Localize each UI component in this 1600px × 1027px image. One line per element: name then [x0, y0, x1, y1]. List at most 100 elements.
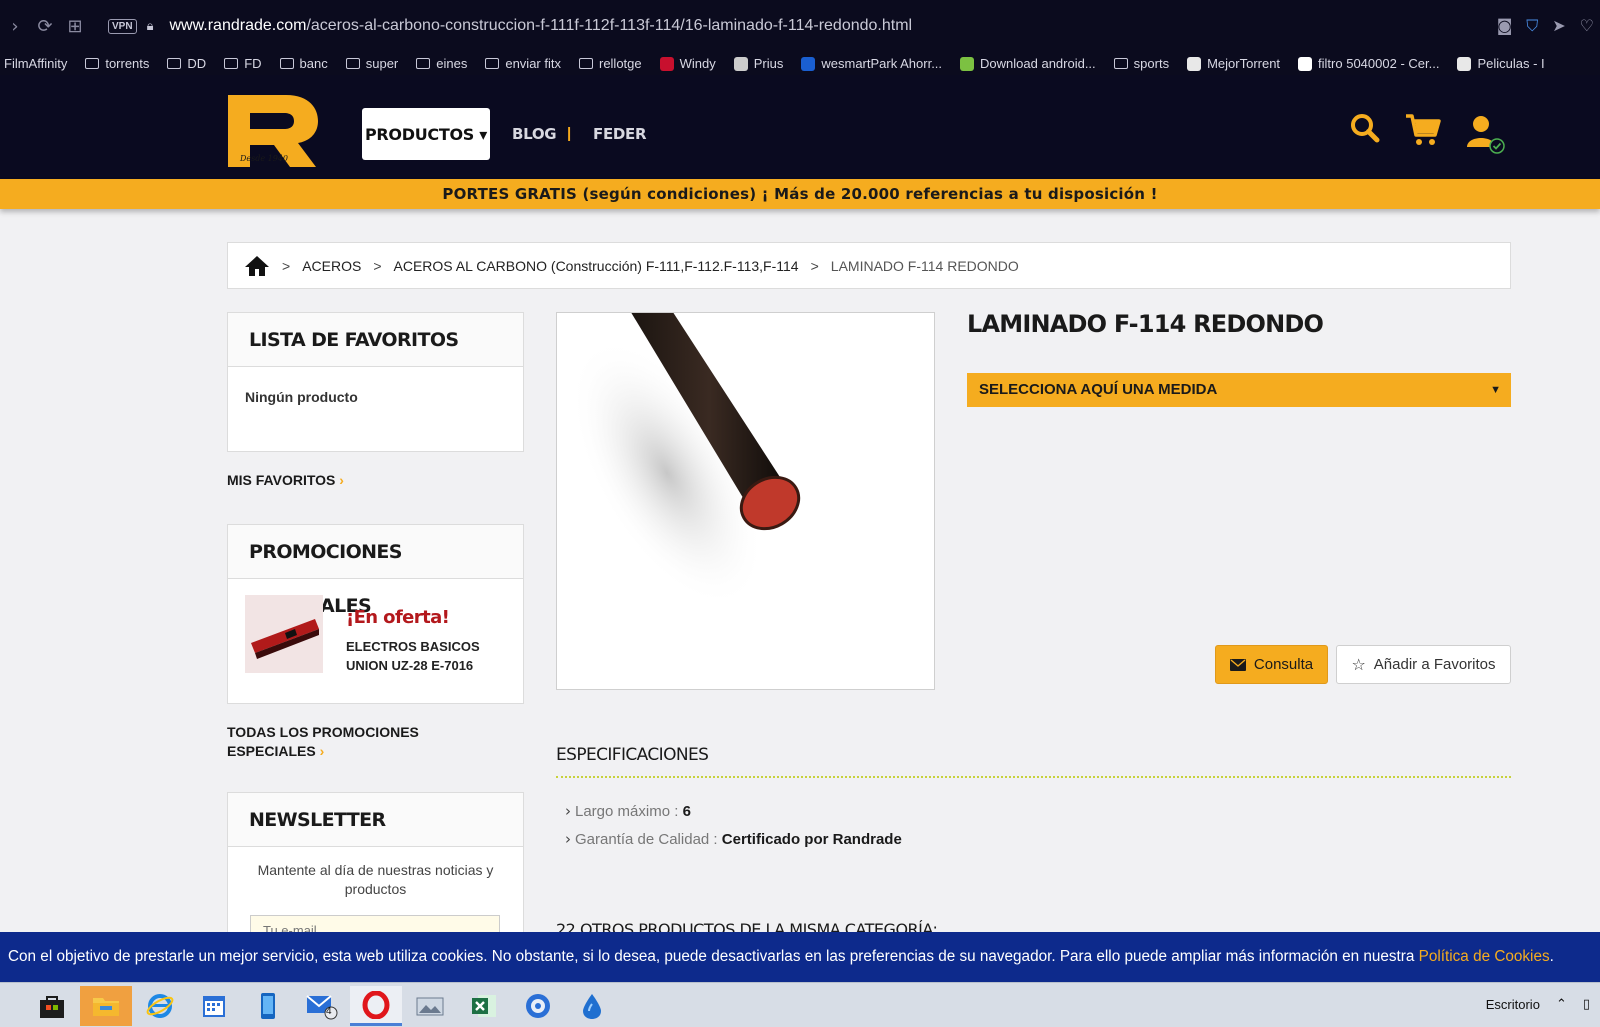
favicon-icon	[1298, 56, 1313, 71]
bookmark-label: enviar fitx	[505, 56, 561, 71]
bookmark-label: sports	[1133, 56, 1170, 71]
breadcrumb-aceros-carbono[interactable]: ACEROS AL CARBONO (Construcción) F-111,F…	[394, 258, 799, 274]
favicon-icon	[1457, 56, 1472, 71]
bookmarks-bar: FilmAffinity torrents DD FD banc super eines en…	[0, 52, 1600, 75]
user-account-icon[interactable]	[1467, 115, 1507, 155]
bookmark-item[interactable]: wesmartPark Ahorr...	[801, 56, 942, 71]
folder-icon	[1113, 58, 1128, 69]
windows-taskbar: 4 Escritorio ⌃ ▯	[0, 982, 1600, 1027]
water-drop-app-icon[interactable]	[566, 986, 618, 1026]
randrade-logo[interactable]: Desde 1940	[228, 95, 318, 167]
cookie-end: .	[1549, 948, 1554, 965]
folder-icon	[85, 58, 100, 69]
product-image[interactable]	[556, 312, 935, 690]
send-icon[interactable]: ➤	[1552, 16, 1565, 36]
cart-icon[interactable]	[1405, 113, 1441, 147]
favicon-icon	[801, 56, 816, 71]
heart-icon[interactable]: ♡	[1580, 16, 1594, 36]
bookmark-item[interactable]: FilmAffinity	[4, 56, 67, 71]
add-to-favorites-button[interactable]: ☆ Añadir a Favoritos	[1336, 645, 1511, 684]
spec-row: › Largo máximo : 6	[565, 802, 691, 820]
internet-explorer-icon[interactable]	[134, 986, 186, 1026]
bookmark-item[interactable]: banc	[279, 56, 328, 71]
breadcrumb-separator: >	[810, 257, 819, 274]
chat-app-icon[interactable]	[512, 986, 564, 1026]
bookmark-item[interactable]: eines	[416, 56, 467, 71]
vpn-badge[interactable]: VPN	[108, 18, 137, 34]
bookmark-label: FilmAffinity	[4, 56, 68, 71]
bookmark-item[interactable]: filtro 5040002 - Cer...	[1298, 56, 1439, 71]
product-title: LAMINADO F-114 REDONDO	[967, 310, 1324, 338]
folder-icon	[224, 58, 239, 69]
favicon-icon	[1187, 56, 1202, 71]
file-explorer-icon[interactable]	[80, 986, 132, 1026]
folder-icon	[416, 58, 431, 69]
promo-product-line1: ELECTROS BASICOS	[346, 639, 480, 654]
promo-product-image[interactable]	[245, 595, 323, 673]
store-icon[interactable]	[26, 986, 78, 1026]
desktop-label[interactable]: Escritorio	[1486, 997, 1540, 1012]
spec-value: Certificado por Randrade	[721, 831, 902, 848]
free-shipping-banner: PORTES GRATIS (según condiciones) ¡ Más …	[0, 179, 1600, 209]
bookmark-item[interactable]: DD	[167, 56, 206, 71]
bookmark-item[interactable]: enviar fitx	[485, 56, 561, 71]
bookmark-item[interactable]: FD	[224, 56, 262, 71]
promo-product-name[interactable]: ELECTROS BASICOS UNION UZ-28 E-7016	[346, 637, 480, 675]
menu-separator: |	[567, 125, 572, 142]
browser-url-bar: › ⟳ ⊞ VPN 🔒︎ www.randrade.com/aceros-al-…	[0, 0, 1600, 52]
chevron-right-icon: ›	[339, 472, 344, 488]
shield-icon[interactable]: ⛉	[1526, 16, 1538, 36]
bookmark-item[interactable]: Windy	[659, 56, 716, 71]
excel-icon[interactable]	[458, 986, 510, 1026]
bookmark-label: DD	[187, 56, 207, 71]
reload-icon[interactable]: ⟳	[30, 16, 60, 37]
camera-icon[interactable]: ◙	[1497, 16, 1513, 36]
tabs-grid-icon[interactable]: ⊞	[60, 16, 90, 37]
photos-icon[interactable]	[404, 986, 456, 1026]
bookmark-item[interactable]: MejorTorrent	[1187, 56, 1280, 71]
all-promotions-link[interactable]: TODAS LOS PROMOCIONES ESPECIALES ›	[227, 723, 419, 761]
bookmark-label: super	[365, 56, 399, 71]
bookmark-item[interactable]: Prius	[733, 56, 783, 71]
folder-icon	[279, 58, 294, 69]
battery-icon[interactable]: ▯	[1583, 997, 1590, 1012]
breadcrumb-separator: >	[373, 257, 382, 274]
consulta-button[interactable]: Consulta	[1215, 645, 1328, 684]
lock-icon[interactable]: 🔒︎	[147, 19, 154, 34]
bookmark-label: banc	[299, 56, 328, 71]
favorites-block: LISTA DE FAVORITOS Ningún producto	[227, 312, 524, 452]
mail-icon[interactable]: 4	[296, 986, 348, 1026]
bookmark-label: MejorTorrent	[1207, 56, 1281, 71]
menu-productos[interactable]: PRODUCTOS ▾	[362, 108, 490, 160]
my-favorites-link[interactable]: MIS FAVORITOS ›	[227, 472, 344, 488]
menu-blog[interactable]: BLOG	[512, 125, 557, 143]
forward-icon[interactable]: ›	[0, 16, 30, 37]
newsletter-block: NEWSLETTER Mantente al día de nuestras n…	[227, 792, 524, 945]
url-field[interactable]: www.randrade.com/aceros-al-carbono-const…	[169, 17, 912, 35]
bookmark-item[interactable]: super	[345, 56, 399, 71]
search-icon[interactable]	[1350, 113, 1380, 143]
bookmark-item[interactable]: sports	[1113, 56, 1170, 71]
breadcrumb-aceros[interactable]: ACEROS	[302, 258, 361, 274]
breadcrumb: > ACEROS > ACEROS AL CARBONO (Construcci…	[227, 242, 1511, 289]
breadcrumb-current: LAMINADO F-114 REDONDO	[830, 257, 1019, 274]
bookmark-label: Windy	[679, 56, 716, 71]
spec-label: Garantía de Calidad	[575, 831, 710, 848]
bookmark-label: wesmartPark Ahorr...	[821, 56, 943, 71]
measure-select[interactable]: SELECCIONA AQUÍ UNA MEDIDA ▼	[967, 373, 1511, 407]
promo-offer-label: ¡En oferta!	[346, 607, 450, 628]
calendar-icon[interactable]	[188, 986, 240, 1026]
home-icon[interactable]	[244, 255, 270, 277]
favorites-title: LISTA DE FAVORITOS	[228, 313, 523, 367]
menu-feder[interactable]: FEDER	[593, 125, 647, 143]
bookmark-item[interactable]: torrents	[85, 56, 149, 71]
chevron-up-icon[interactable]: ⌃	[1556, 997, 1567, 1012]
bookmark-item[interactable]: Download android...	[960, 56, 1096, 71]
cookie-policy-link[interactable]: Política de Cookies	[1419, 948, 1550, 965]
phone-icon[interactable]	[242, 986, 294, 1026]
opera-browser-icon[interactable]	[350, 986, 402, 1026]
bookmark-item[interactable]: rellotge	[578, 56, 642, 71]
site-header: Desde 1940 PRODUCTOS ▾ BLOG | FEDER	[0, 75, 1600, 179]
bookmark-item[interactable]: Peliculas - I	[1457, 56, 1545, 71]
spec-row: › Garantía de Calidad : Certificado por R…	[565, 830, 902, 848]
